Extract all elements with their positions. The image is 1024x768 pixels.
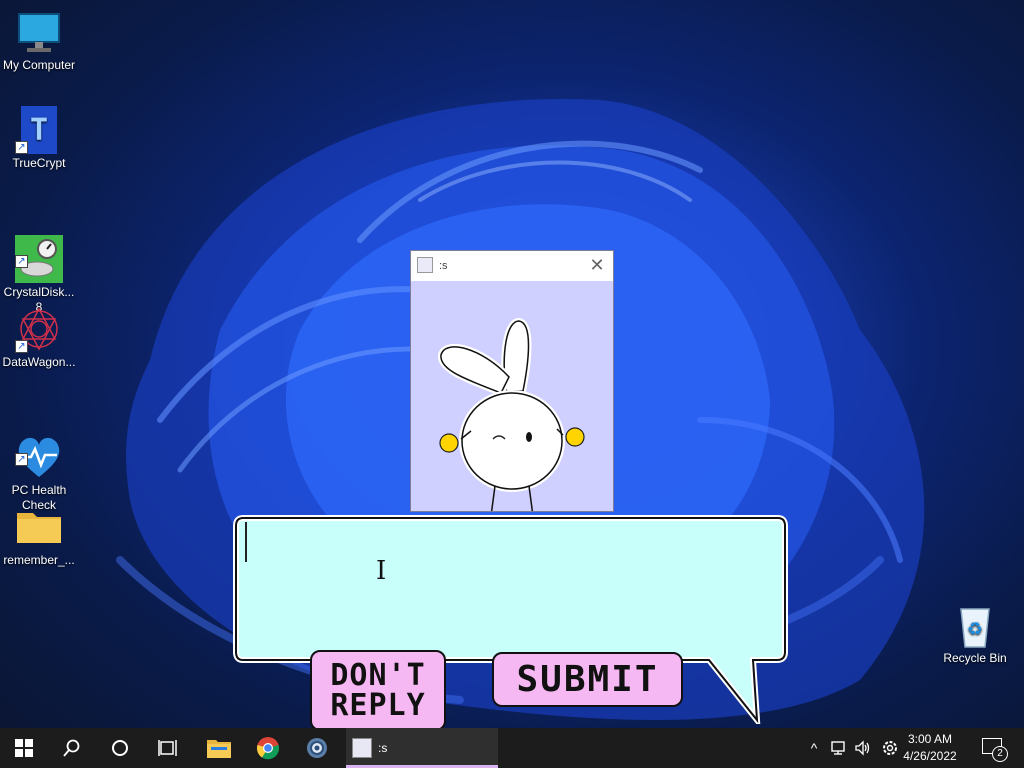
shortcut-arrow-icon: ↗ [15, 453, 28, 466]
desktop-icon-label: Recycle Bin [943, 651, 1007, 665]
task-view-icon [158, 740, 177, 756]
desktop-icon-label: TrueCrypt [12, 156, 66, 170]
network-icon[interactable] [828, 728, 850, 768]
search-button[interactable] [48, 728, 96, 768]
window-title: :s [439, 260, 448, 272]
shortcut-arrow-icon: ↗ [15, 255, 28, 268]
windows-logo-icon [15, 739, 33, 757]
app-window: :s ✕ [410, 250, 614, 518]
truecrypt-icon: T ↗ [15, 106, 63, 154]
taskbar-app-label: :s [378, 741, 388, 755]
datawagon-icon: ↗ [15, 305, 63, 353]
desktop-icon-truecrypt[interactable]: T ↗ TrueCrypt [0, 106, 78, 171]
desktop-icon-folder[interactable]: remember_... [0, 503, 78, 568]
monitor-icon [15, 8, 63, 56]
close-icon[interactable]: ✕ [587, 255, 607, 275]
volume-icon[interactable] [852, 728, 874, 768]
ibeam-cursor-icon: I [376, 556, 387, 586]
folder-icon [207, 740, 231, 758]
cortana-button[interactable] [96, 728, 144, 768]
recycle-bin-icon: ♻ [951, 601, 999, 649]
clock[interactable]: 3:00 AM 4/26/2022 [894, 731, 966, 765]
taskbar: :s ^ 3:00 AM 4/26/2022 2 [0, 728, 1024, 768]
tray-chevron-icon[interactable]: ^ [804, 728, 824, 768]
desktop-icon-label: DataWagon... [2, 355, 76, 369]
window-titlebar[interactable]: :s ✕ [411, 251, 613, 281]
dont-reply-button[interactable]: DON'T REPLY [310, 650, 446, 731]
bunny-illustration [438, 317, 585, 518]
taskbar-file-explorer[interactable] [195, 728, 243, 768]
crystaldisk-icon: ↗ [15, 220, 63, 283]
chrome-icon [256, 737, 280, 760]
desktop-icon-label: My Computer [2, 58, 76, 72]
bunny-app-icon [352, 738, 372, 758]
gear-app-icon [307, 738, 327, 758]
folder-icon [15, 503, 63, 551]
desktop-icon-datawagon[interactable]: ↗ DataWagon... [0, 305, 78, 370]
svg-text:♻: ♻ [967, 619, 983, 639]
clock-date: 4/26/2022 [903, 749, 957, 763]
shortcut-arrow-icon: ↗ [15, 340, 28, 353]
notification-count-badge: 2 [992, 746, 1008, 762]
task-view-button[interactable] [144, 728, 192, 768]
start-button[interactable] [0, 728, 48, 768]
search-icon [63, 739, 80, 757]
bunny-app-icon [417, 257, 433, 273]
cortana-circle-icon [112, 740, 128, 756]
desktop-icon-recycle-bin[interactable]: ♻ Recycle Bin [936, 601, 1014, 666]
clock-time: 3:00 AM [907, 732, 953, 746]
text-caret [245, 522, 247, 562]
desktop-icon-label: remember_... [3, 553, 75, 567]
taskbar-active-app[interactable]: :s [346, 728, 498, 768]
submit-button[interactable]: SUBMIT [492, 652, 683, 707]
svg-text:T: T [30, 113, 48, 148]
taskbar-settings-app[interactable] [293, 728, 341, 768]
desktop-icon-my-computer[interactable]: My Computer [0, 8, 78, 73]
heart-icon: ↗ [15, 418, 63, 477]
reply-input[interactable] [244, 520, 779, 652]
shortcut-arrow-icon: ↗ [15, 141, 28, 154]
taskbar-chrome[interactable] [244, 728, 292, 768]
